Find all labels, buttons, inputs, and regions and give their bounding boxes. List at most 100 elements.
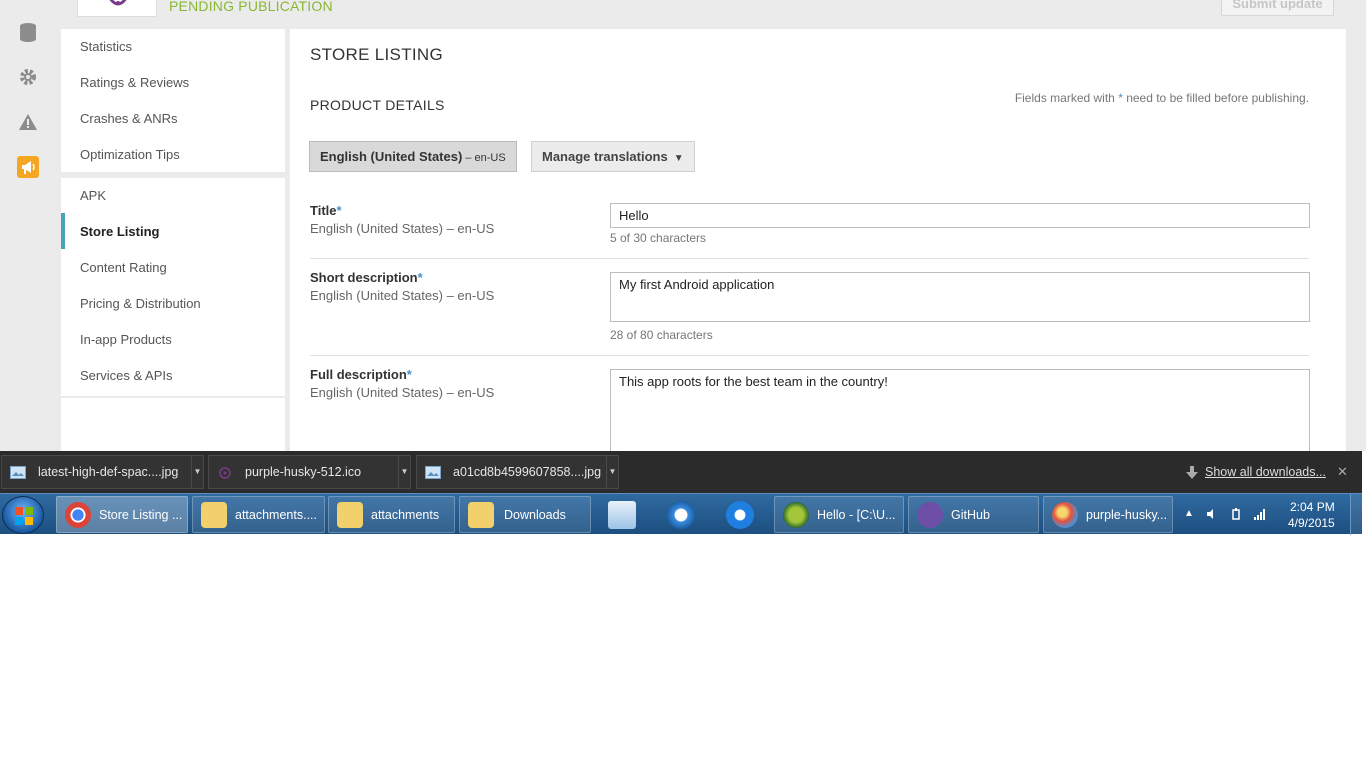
clock-time[interactable]: 2:04 PM (1290, 500, 1335, 514)
full-description-language: English (United States) – en-US (310, 385, 495, 400)
sidebar-item-services[interactable]: Services & APIs (80, 366, 172, 386)
app-header: PENDING PUBLICATION Submit update (59, 0, 1366, 28)
taskbar-item-attachments-zip[interactable]: attachments.... (192, 496, 325, 533)
chevron-down-icon[interactable]: ▼ (606, 456, 618, 488)
sidebar-item-ratings[interactable]: Ratings & Reviews (80, 73, 189, 93)
taskbar-pin-app[interactable] (711, 496, 769, 533)
manage-translations-button[interactable]: Manage translations ▼ (531, 141, 695, 172)
taskbar: Store Listing ... attachments.... attach… (0, 493, 1362, 535)
folder-icon (337, 502, 363, 528)
husky-file-icon (219, 467, 231, 479)
taskbar-label: purple-husky... (1086, 508, 1168, 522)
downloads-folder-icon (468, 502, 494, 528)
icon-rail (0, 0, 59, 451)
taskbar-item-downloads[interactable]: Downloads (459, 496, 591, 533)
active-indicator (61, 213, 65, 249)
short-description-label-text: Short description (310, 270, 418, 285)
image-file-icon (10, 466, 26, 479)
sidebar-item-crashes[interactable]: Crashes & ANRs (80, 109, 178, 129)
taskbar-label: GitHub (951, 508, 990, 522)
taskbar-pin-itunes[interactable] (652, 496, 710, 533)
tray-expand-icon[interactable]: ▲ (1184, 508, 1196, 520)
download-filename: a01cd8b4599607858....jpg (453, 465, 602, 479)
itunes-icon (667, 501, 695, 529)
full-description-input[interactable]: This app roots for the best team in the … (610, 369, 1310, 451)
zip-folder-icon (201, 502, 227, 528)
sidebar-item-apk[interactable]: APK (80, 186, 106, 206)
volume-icon[interactable] (1206, 508, 1218, 520)
download-item[interactable]: a01cd8b4599607858....jpg ▼ (416, 455, 619, 489)
submit-update-button[interactable]: Submit update (1221, 0, 1334, 16)
caret-down-icon: ▼ (673, 153, 684, 164)
sidebar-item-store-listing[interactable]: Store Listing (80, 222, 159, 242)
required-star: * (406, 367, 412, 382)
sidebar-item-pricing[interactable]: Pricing & Distribution (80, 294, 201, 314)
sidebar-item-statistics[interactable]: Statistics (80, 37, 132, 57)
gear-icon[interactable] (17, 66, 39, 88)
taskbar-item-github[interactable]: GitHub (908, 496, 1039, 533)
screen: PENDING PUBLICATION Submit update Statis… (0, 0, 1366, 768)
short-description-char-count: 28 of 80 characters (610, 328, 713, 342)
taskbar-label: attachments.... (235, 508, 317, 522)
network-signal-icon[interactable] (1254, 508, 1266, 520)
github-icon (917, 502, 943, 528)
app-logo (77, 0, 157, 17)
notepad-icon (608, 501, 636, 529)
chevron-down-icon[interactable]: ▼ (191, 456, 203, 488)
short-description-label: Short description* (310, 270, 423, 285)
language-name: English (United States) (320, 149, 463, 164)
download-item[interactable]: purple-husky-512.ico ▼ (208, 455, 411, 489)
download-filename: latest-high-def-spac....jpg (38, 465, 179, 479)
nav-group-empty (61, 398, 285, 451)
taskbar-item-chrome[interactable]: Store Listing ... (56, 496, 188, 533)
browser-content: PENDING PUBLICATION Submit update Statis… (0, 0, 1366, 451)
title-language: English (United States) – en-US (310, 221, 495, 236)
required-star: * (336, 203, 342, 218)
title-label: Title* (310, 203, 342, 218)
download-item[interactable]: latest-high-def-spac....jpg ▼ (1, 455, 204, 489)
clock-date[interactable]: 4/9/2015 (1288, 516, 1335, 530)
page-title: STORE LISTING (310, 45, 444, 64)
sidebar-item-content-rating[interactable]: Content Rating (80, 258, 167, 278)
nav-group-stats: Statistics Ratings & Reviews Crashes & A… (61, 29, 285, 172)
close-icon[interactable]: ✕ (1337, 464, 1348, 480)
power-icon[interactable] (1230, 508, 1242, 520)
language-button[interactable]: English (United States) – en-US (309, 141, 517, 172)
sidebar-nav: Statistics Ratings & Reviews Crashes & A… (61, 29, 285, 451)
show-desktop-button[interactable] (1350, 494, 1362, 535)
taskbar-item-android-studio[interactable]: Hello - [C:\U... (774, 496, 904, 533)
megaphone-icon[interactable] (17, 156, 39, 178)
show-all-downloads-link[interactable]: Show all downloads... (1205, 465, 1326, 479)
chevron-down-icon[interactable]: ▼ (398, 456, 410, 488)
title-char-count: 5 of 30 characters (610, 231, 707, 245)
title-input[interactable]: Hello (610, 203, 1310, 228)
taskbar-item-attachments[interactable]: attachments (328, 496, 455, 533)
full-description-label: Full description* (310, 367, 412, 382)
database-icon[interactable] (17, 21, 39, 43)
row-divider (310, 258, 1309, 259)
taskbar-item-paint[interactable]: purple-husky... (1043, 496, 1173, 533)
taskbar-label: attachments (371, 508, 440, 522)
main-content: STORE LISTING PRODUCT DETAILS Fields mar… (290, 29, 1346, 451)
warning-icon[interactable] (17, 111, 39, 133)
start-button[interactable] (2, 496, 44, 534)
note-text-post: need to be filled before publishing. (1122, 91, 1309, 105)
short-description-row: Short description* English (United State… (310, 270, 1310, 350)
nav-group-listing: APK Store Listing Content Rating Pricing… (61, 178, 285, 396)
taskbar-pin-notepad[interactable] (593, 496, 651, 533)
android-studio-icon (783, 502, 809, 528)
section-title: PRODUCT DETAILS (310, 97, 445, 113)
chrome-icon (65, 502, 91, 528)
download-arrow-icon (1186, 466, 1198, 479)
short-description-input[interactable]: My first Android application (610, 272, 1310, 322)
image-file-icon (425, 466, 441, 479)
app-icon (726, 501, 754, 529)
sidebar-item-in-app-products[interactable]: In-app Products (80, 330, 172, 350)
sidebar-item-optimization[interactable]: Optimization Tips (80, 145, 180, 165)
language-code: – en-US (462, 152, 506, 164)
short-description-language: English (United States) – en-US (310, 288, 495, 303)
required-star: * (417, 270, 423, 285)
row-divider (310, 355, 1309, 356)
taskbar-label: Hello - [C:\U... (817, 508, 896, 522)
title-label-text: Title (310, 203, 337, 218)
